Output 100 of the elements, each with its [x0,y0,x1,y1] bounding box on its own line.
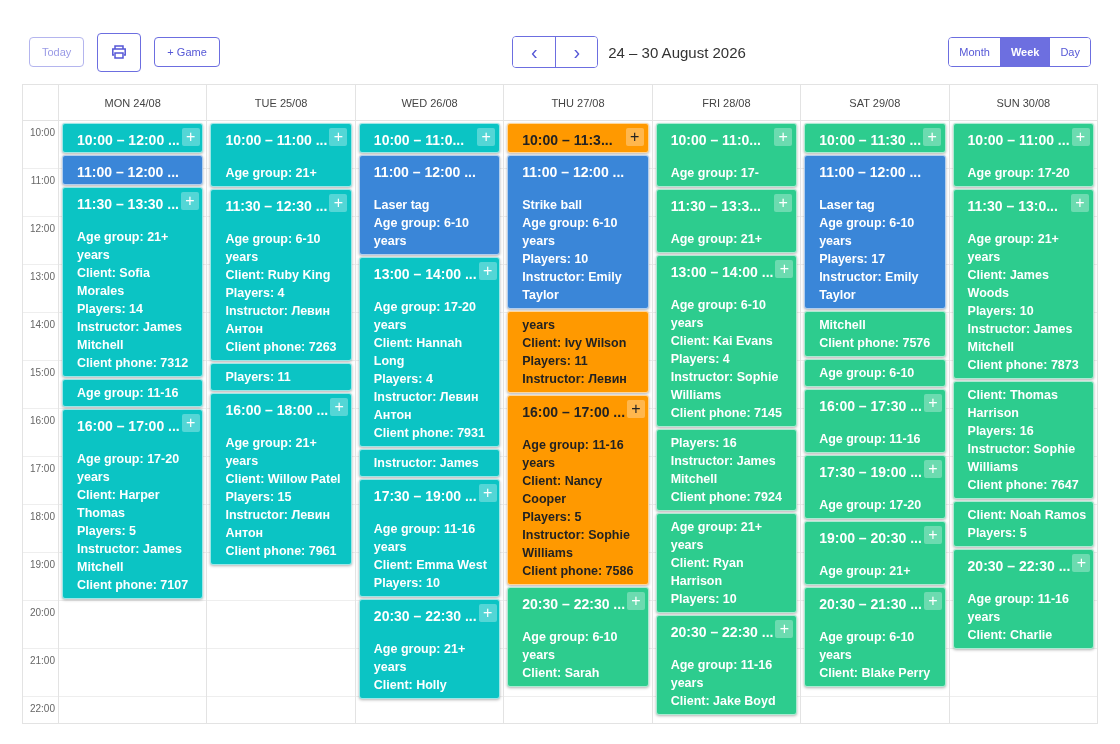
event-detail: Age group: 21+ years [670,519,764,554]
event-detail: Client phone: 7263 [225,339,338,356]
add-button[interactable]: + [330,398,349,416]
add-button[interactable]: + [625,128,644,146]
event-card[interactable]: 16:00 – 17:00 ... + Age group: 11-16 years Client: Nancy Cooper Players: 5 Instructor: Sophie Williams Client phone: 7586 [507,395,649,585]
event-detail: Age group: 21+ [670,231,764,248]
event-card[interactable]: 11:30 – 13:3... + Age group: 21+ [655,189,798,253]
event-detail: Client: Jake Boyd [670,693,777,710]
event-card[interactable]: years Client: Ivy Wilson Players: 11 Instructor: Левин [507,311,649,393]
event-card[interactable]: 11:30 – 13:30 ... + Age group: 21+ years Client: Sofia Morales Players: 14 Instructor: James Mitchell Client phone: 7312 [62,187,204,377]
event-detail: Age group: 6-10 years [819,215,916,250]
add-button[interactable]: + [774,128,793,146]
add-button[interactable]: + [923,592,942,610]
event-time: 11:00 – 12:00 ... [522,163,625,180]
add-button[interactable]: + [775,260,794,278]
event-card[interactable]: 11:00 – 12:00 ... Laser tag Age group: 6-10 years Players: 17 Instructor: Emily Taylor [804,155,946,309]
event-card[interactable]: 20:30 – 22:30 ... + Age group: 11-16 years Client: Charlie [952,549,1094,649]
event-detail: Instructor: James Mitchell [77,319,183,354]
add-button[interactable]: + [478,484,497,502]
event-card[interactable]: 13:00 – 14:00 ... + Age group: 6-10 years Client: Kai Evans Players: 4 Instructor: Sophie Williams Client phone: 7145 [655,255,798,427]
add-button[interactable]: + [775,620,794,638]
add-button[interactable]: + [923,526,942,544]
add-button[interactable]: + [478,262,497,280]
event-card[interactable]: 20:30 – 22:30 ... + Age group: 11-16 years Client: Jake Boyd [655,615,798,715]
add-button[interactable]: + [774,194,793,212]
add-button[interactable]: + [477,128,496,146]
add-button[interactable]: + [923,394,942,412]
add-button[interactable]: + [1071,194,1089,212]
event-card[interactable]: 16:00 – 17:00 ... + Age group: 17-20 years Client: Harper Thomas Players: 5 Instructor: James Mitchell Client phone: 7107 [62,409,204,599]
event-time: 20:30 – 22:30 ... [670,623,774,640]
event-detail: Players: 10 [522,251,590,268]
add-button[interactable]: + [329,128,348,146]
add-button[interactable]: + [329,194,348,212]
event-time: 11:00 – 12:00 ... [373,163,476,180]
event-card[interactable]: 19:00 – 20:30 ... + Age group: 21+ [804,521,946,585]
view-tab[interactable]: Week [999,38,1050,66]
event-card[interactable]: 11:00 – 12:00 ... Strike ball Age group: 6-10 years Players: 10 Instructor: Emily Taylor [507,155,649,309]
event-detail: Client: Noah Ramos [967,507,1088,524]
event-card[interactable]: Age group: 6-10 [804,359,946,387]
event-card[interactable]: 17:30 – 19:00 ... + Age group: 17-20 [804,455,946,519]
event-detail: Instructor: Левин Антон [225,507,332,542]
event-card[interactable]: Client: Noah Ramos Players: 5 [952,501,1094,547]
event-card[interactable]: 10:00 – 11:00 ... + Age group: 21+ [210,123,352,187]
event-detail: Players: 4 [225,285,286,302]
event-card[interactable]: 16:00 – 18:00 ... + Age group: 21+ years Client: Willow Patel Players: 15 Instructor: Левин Антон Client phone: 7961 [210,393,352,565]
add-button[interactable]: + [923,460,942,478]
event-detail: Age group: 11-16 years [522,437,625,472]
event-card[interactable]: 11:00 – 12:00 ... Laser tag Age group: 6-10 years [358,155,501,255]
event-card[interactable]: 20:30 – 22:30 ... + Age group: 6-10 years Client: Sarah [507,587,649,687]
event-card[interactable]: Players: 16 Instructor: James Mitchell Client phone: 7924 [655,429,798,511]
event-card[interactable]: 10:00 – 12:00 ... + [62,123,204,153]
add-button[interactable]: + [627,592,646,610]
add-button[interactable]: + [478,604,497,622]
event-card[interactable]: 10:00 – 11:0... + [358,123,501,153]
event-detail: Players: 4 [373,371,434,388]
add-button[interactable]: + [181,414,200,432]
event-card[interactable]: Client: Thomas Harrison Players: 16 Instructor: Sophie Williams Client phone: 7647 [952,381,1094,499]
event-card[interactable]: Age group: 21+ years Client: Ryan Harrison Players: 10 [655,513,798,613]
event-card[interactable]: Mitchell Client phone: 7576 [804,311,946,357]
event-card[interactable]: 16:00 – 17:30 ... + Age group: 11-16 [804,389,946,453]
next-button[interactable]: › [555,37,598,67]
event-card[interactable]: 10:00 – 11:30 ... + [804,123,946,153]
event-detail: Client: Blake Perry [819,665,932,682]
event-detail: Players: 10 [967,303,1035,320]
event-card[interactable]: 20:30 – 22:30 ... + Age group: 21+ years Client: Holly [358,599,501,699]
day-header: TUE 25/08 [254,96,308,109]
event-detail: years [522,317,556,334]
event-detail: Instructor: Sophie Williams [522,527,631,562]
event-detail: Instructor: James Mitchell [670,453,777,488]
add-game-button[interactable]: + Game [154,37,220,67]
event-detail: Age group: 21+ [819,563,912,580]
printer-icon [111,44,128,60]
event-card[interactable]: 10:00 – 11:0... + Age group: 17- [655,123,798,187]
add-button[interactable]: + [180,192,199,210]
event-detail: Client: Willow Patel [225,471,342,488]
event-card[interactable]: 11:30 – 12:30 ... + Age group: 6-10 years Client: Ruby King Players: 4 Instructor: Левин Антон Client phone: 7263 [210,189,352,361]
event-detail: Client phone: 7586 [522,563,635,580]
event-time: 16:00 – 17:00 ... [77,417,180,434]
event-card[interactable]: Players: 11 [210,363,352,391]
event-card[interactable]: 10:00 – 11:3... + [507,123,649,153]
event-card[interactable]: 17:30 – 19:00 ... + Age group: 11-16 years Client: Emma West Players: 10 [358,479,501,597]
event-detail: Players: 10 [670,591,738,608]
add-button[interactable]: + [923,128,942,146]
event-time: 11:30 – 13:30 ... [77,195,179,212]
print-button[interactable] [97,32,142,72]
event-card[interactable]: Instructor: James [358,449,501,477]
add-button[interactable]: + [181,128,200,146]
event-card[interactable]: 20:30 – 21:30 ... + Age group: 6-10 years Client: Blake Perry [804,587,946,687]
event-card[interactable]: 10:00 – 11:00 ... + Age group: 17-20 [952,123,1094,187]
view-tab[interactable]: Day [1049,38,1090,66]
event-card[interactable]: 11:00 – 12:00 ... [62,155,204,185]
add-button[interactable]: + [627,400,646,418]
time-label: 13:00 [29,271,55,282]
event-card[interactable]: Age group: 11-16 [62,379,204,407]
add-button[interactable]: + [1072,554,1091,572]
event-detail: Age group: 21+ years [373,641,467,676]
time-label: 20:00 [29,607,55,618]
event-card[interactable]: 11:30 – 13:0... + Age group: 21+ years Client: James Woods Players: 10 Instructor: James Mitchell Client phone: 7873 [952,189,1094,379]
event-card[interactable]: 13:00 – 14:00 ... + Age group: 17-20 years Client: Hannah Long Players: 4 Instructor: Левин Антон Client phone: 7931 [358,257,501,447]
add-button[interactable]: + [1071,128,1090,146]
